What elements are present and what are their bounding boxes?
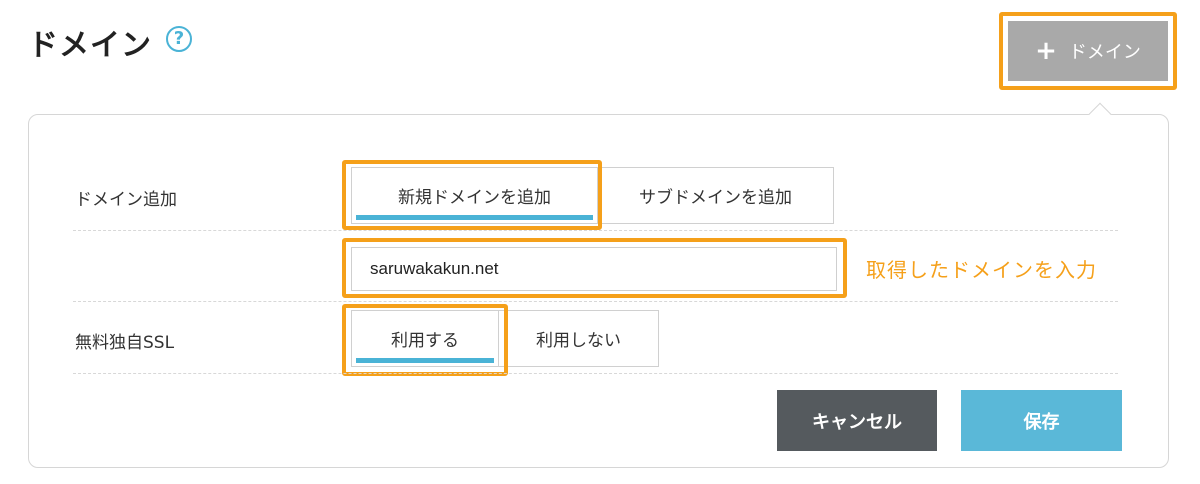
input-annotation: 取得したドメインを入力 — [866, 258, 1097, 282]
cancel-button[interactable]: キャンセル — [777, 390, 937, 451]
tab-new-domain[interactable]: 新規ドメインを追加 — [351, 167, 598, 224]
tab-subdomain[interactable]: サブドメインを追加 — [597, 167, 834, 224]
plus-icon: + — [1035, 36, 1057, 66]
add-domain-button[interactable]: + ドメイン — [1008, 21, 1168, 81]
row-divider — [73, 373, 1118, 374]
domain-input[interactable] — [351, 247, 837, 291]
domain-add-label: ドメイン追加 — [75, 190, 177, 210]
save-button[interactable]: 保存 — [961, 390, 1122, 451]
tab-ssl-use[interactable]: 利用する — [351, 310, 499, 367]
help-icon[interactable]: ? — [166, 26, 192, 52]
add-domain-button-label: ドメイン — [1068, 42, 1141, 63]
row-divider — [73, 230, 1118, 231]
ssl-label: 無料独自SSL — [75, 333, 175, 353]
page-title: ドメイン — [28, 28, 152, 63]
tab-ssl-no-use[interactable]: 利用しない — [498, 310, 659, 367]
row-divider — [73, 301, 1118, 302]
